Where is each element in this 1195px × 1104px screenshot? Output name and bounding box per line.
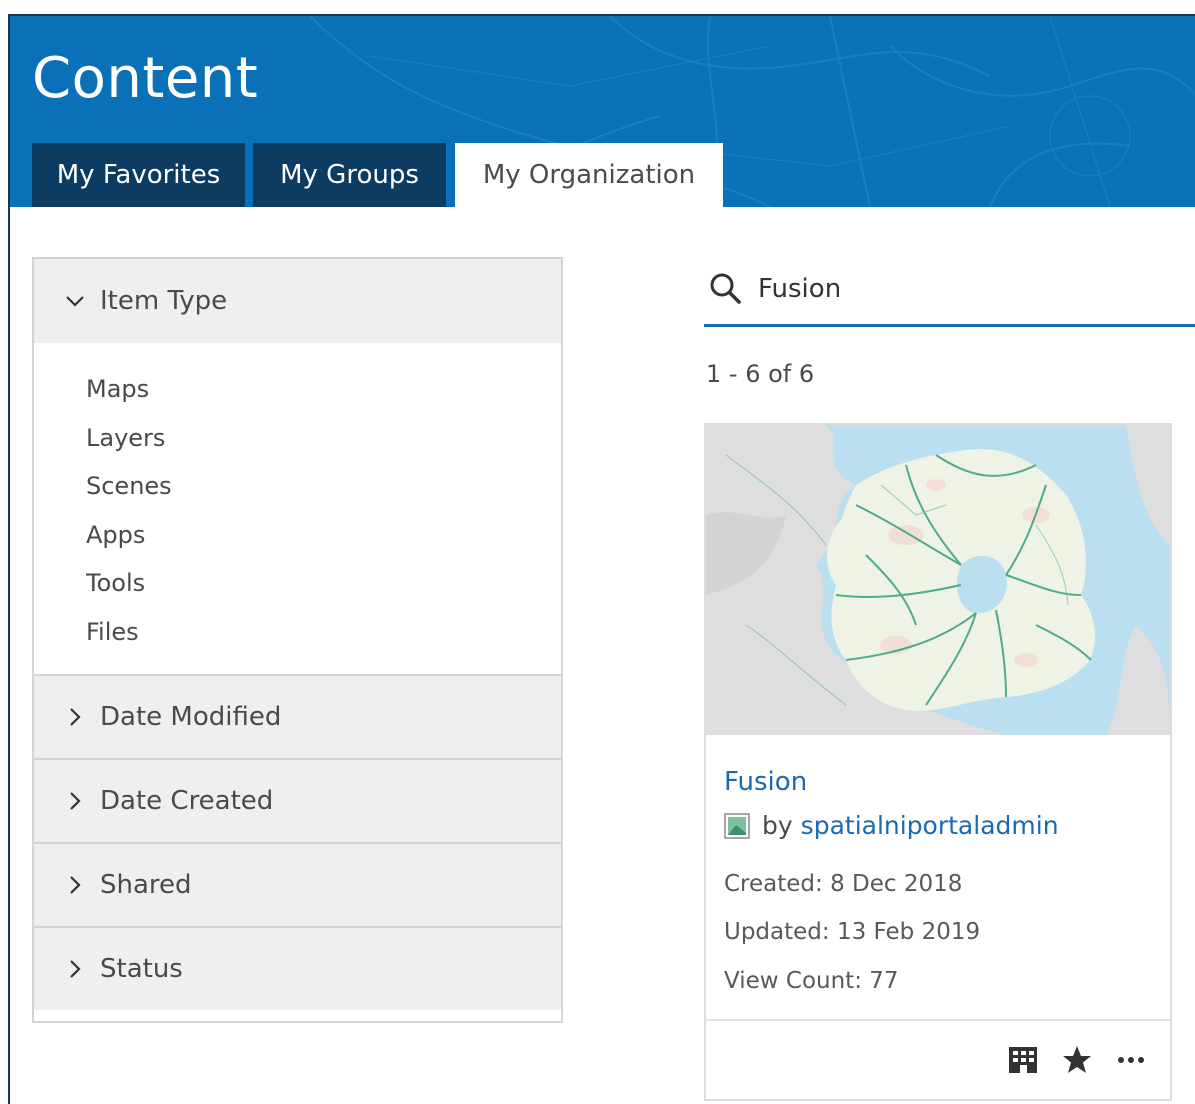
chevron-right-icon	[70, 876, 81, 894]
filter-shared-header[interactable]: Shared	[34, 842, 561, 926]
search-bar	[704, 269, 1195, 327]
favorite-star-icon[interactable]	[1060, 1043, 1094, 1077]
filter-option-apps[interactable]: Apps	[86, 511, 561, 560]
tab-my-groups[interactable]: My Groups	[253, 143, 446, 207]
results-count: 1 - 6 of 6	[706, 360, 815, 388]
map-item-type-icon	[724, 812, 750, 839]
filter-option-files[interactable]: Files	[86, 608, 561, 657]
item-view-count: View Count: 77	[724, 968, 899, 994]
chevron-right-icon	[70, 708, 81, 726]
filter-date-created-label: Date Created	[100, 786, 274, 816]
item-created-date: Created: 8 Dec 2018	[724, 871, 963, 897]
content-header: Content My Favorites My Groups My Organi…	[10, 16, 1195, 207]
item-card-actions	[706, 1019, 1170, 1099]
filter-status-header[interactable]: Status	[34, 926, 561, 1010]
tab-my-organization[interactable]: My Organization	[455, 143, 723, 207]
item-updated-date: Updated: 13 Feb 2019	[724, 919, 981, 945]
filter-shared-label: Shared	[100, 870, 192, 900]
item-card: Fusion by spatialniportaladmin Created: …	[704, 423, 1172, 1101]
item-thumbnail[interactable]	[706, 425, 1170, 735]
filter-option-tools[interactable]: Tools	[86, 559, 561, 608]
owner-link[interactable]: spatialniportaladmin	[801, 811, 1059, 840]
filter-date-modified-header[interactable]: Date Modified	[34, 674, 561, 758]
item-title-link[interactable]: Fusion	[724, 767, 807, 797]
more-options-icon[interactable]	[1114, 1043, 1148, 1077]
filter-status-label: Status	[100, 954, 183, 984]
filter-item-type-options: Maps Layers Scenes Apps Tools Files	[34, 343, 561, 674]
app-frame: Content My Favorites My Groups My Organi…	[8, 14, 1195, 1104]
filter-option-layers[interactable]: Layers	[86, 414, 561, 463]
tab-my-favorites[interactable]: My Favorites	[32, 143, 245, 207]
search-icon	[710, 273, 741, 304]
filter-item-type-header[interactable]: Item Type	[34, 259, 561, 343]
chevron-down-icon	[66, 296, 84, 307]
item-owner-row: by spatialniportaladmin	[724, 811, 1059, 840]
filter-panel: Item Type Maps Layers Scenes Apps Tools …	[32, 257, 563, 1023]
search-input[interactable]	[758, 269, 1188, 309]
filter-option-maps[interactable]: Maps	[86, 365, 561, 414]
chevron-right-icon	[70, 792, 81, 810]
owner-by-label: by	[762, 811, 793, 840]
filter-date-modified-label: Date Modified	[100, 702, 282, 732]
map-thumbnail-image	[706, 425, 1170, 735]
filter-option-scenes[interactable]: Scenes	[86, 462, 561, 511]
organization-icon[interactable]	[1006, 1043, 1040, 1077]
page-title: Content	[32, 46, 259, 111]
filter-date-created-header[interactable]: Date Created	[34, 758, 561, 842]
filter-item-type-label: Item Type	[100, 286, 228, 316]
chevron-right-icon	[70, 960, 81, 978]
